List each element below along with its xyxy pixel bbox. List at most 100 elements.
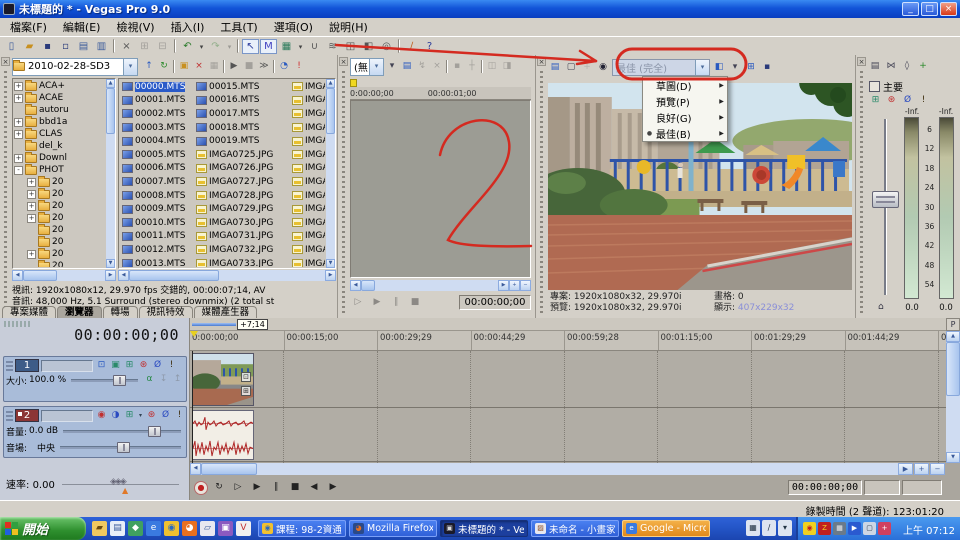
trimmer-ruler[interactable]: 0:00:00;00 00:00:01;00 [350,87,531,100]
tree-expander-icon[interactable]: + [14,130,23,139]
new-project-icon[interactable]: ▯ [3,39,20,54]
tray-mediaplayer-icon[interactable]: ▶ [848,522,861,535]
audio-track-header[interactable]: 2 ◉◑⊞▾⊛Ø! 音量: 0.0 dB 音場: 中央 [3,406,187,458]
separator[interactable] [223,60,225,73]
slider-thumb[interactable] [117,442,130,453]
composite-alpha-icon[interactable]: α [143,374,156,386]
trimmer-pause-button[interactable]: ∥ [388,295,404,311]
menu-item-good[interactable]: 良好(G) ▶ [643,109,727,125]
panel-grip[interactable]: × [537,57,546,314]
timeline-ruler[interactable]: 0:00:00;0000:00:15;0000:00:29;2900:00:44… [190,331,946,351]
selection-end-box[interactable] [902,480,942,495]
tree-expander-icon[interactable]: + [27,190,36,199]
refresh-icon[interactable]: ↻ [157,59,171,74]
separator[interactable] [113,39,115,53]
play-from-start-button[interactable]: ▷ [230,480,246,496]
redo-arrow-icon[interactable]: ▾ [225,39,234,54]
arm-record-icon[interactable]: ◉ [95,410,108,422]
favorites-icon[interactable]: ! [292,59,306,74]
tree-expander-icon[interactable]: + [14,118,23,127]
scroll-thumb[interactable] [326,88,335,134]
timeline-horizontal-scrollbar[interactable]: ◀ [190,463,898,475]
tree-expander-icon[interactable]: + [27,202,36,211]
file-item[interactable]: IMGA0 [290,189,325,203]
panel-grip[interactable]: × [339,57,348,314]
go-to-end-button[interactable]: ▶ [325,480,341,496]
menu-file[interactable]: 檔案(F) [2,18,55,36]
file-item[interactable]: IMGA0 [290,230,325,244]
split-screen-arrow-icon[interactable]: ▾ [728,60,742,75]
slider-thumb[interactable] [113,375,126,386]
scroll-thumb[interactable] [361,280,375,291]
tree-item[interactable]: + ACA+ [14,80,105,92]
trimmer-settings-icon[interactable]: ┼ [465,59,479,74]
chevron-down-icon[interactable]: ▾ [369,59,383,75]
delete-icon[interactable]: × [192,59,206,74]
files-horizontal-scrollbar[interactable]: ◀ ▶ [118,270,336,281]
tree-item[interactable]: 20 [14,236,105,248]
automation-settings-icon[interactable]: ⊛ [137,360,150,372]
menu-item-draft[interactable]: 草圖(D) ▶ [643,77,727,93]
close-panel-icon[interactable]: × [857,57,866,66]
compositing-parent-icon[interactable]: ↥ [171,374,184,386]
ruler-options-icon[interactable]: P [946,318,960,331]
menu-edit[interactable]: 編輯(E) [55,18,109,36]
whats-this-help-icon[interactable]: ? [421,39,438,54]
audio-event[interactable] [192,410,254,460]
properties-icon[interactable]: ▥ [93,39,110,54]
tree-expander-icon[interactable]: + [27,214,36,223]
trimmer-stop-button[interactable]: ■ [407,295,423,311]
undo-icon[interactable]: ↶ [179,39,196,54]
automation-settings-icon[interactable]: ⊛ [885,95,898,107]
track-name-field[interactable] [41,360,93,372]
video-track-header[interactable]: 1 ⊡▣⊞⊛Ø! 大小: 100.0 % α↧↥ [3,356,187,402]
menu-item-preview[interactable]: 預覽(P) ▶ [643,93,727,109]
transport-timecode[interactable]: 00:00:00;00 [788,480,862,495]
tree-item[interactable]: del_k [14,140,105,152]
tray-utility-icon[interactable]: ▦ [833,522,846,535]
track-grip[interactable] [6,411,13,421]
save-markers-icon[interactable]: ▪ [450,59,464,74]
cut-icon[interactable]: × [118,39,135,54]
file-item[interactable]: 00016.MTS [194,94,290,108]
task-paint[interactable]: ▨ 未命名 - 小畫家 [531,520,619,537]
ql-ie-icon[interactable]: e [146,521,161,536]
stop-button[interactable]: ■ [287,480,303,496]
file-item[interactable]: 00017.MTS [194,107,290,121]
file-item[interactable]: 00003.MTS [120,121,194,135]
task-firefox[interactable]: ◕ Mozilla Firefox ... [349,520,437,537]
scroll-right-icon[interactable]: ▶ [105,270,116,281]
scroll-right-icon[interactable]: ▶ [325,270,336,281]
render-as-icon[interactable]: ▤ [75,39,92,54]
event-pan-crop-icon[interactable]: ⊡ [241,372,251,382]
file-item[interactable]: 00006.MTS [120,162,194,176]
snapping-icon[interactable]: ∪ [306,39,323,54]
chevron-down-icon[interactable]: ▾ [123,59,137,75]
close-panel-icon[interactable]: × [537,57,546,66]
file-item[interactable]: IMGA0 [290,216,325,230]
close-button[interactable]: × [940,2,957,16]
file-item[interactable]: 00009.MTS [120,202,194,216]
language-keyboard-icon[interactable]: ▦ [746,520,760,536]
separator[interactable] [481,60,483,73]
new-folder-icon[interactable]: ▣ [177,59,191,74]
file-item[interactable]: 00018.MTS [194,121,290,135]
ql-vegas-icon[interactable]: V [236,521,251,536]
scroll-thumb[interactable] [23,270,57,281]
address-combo[interactable]: 2010-02-28-SD3 ▾ [12,58,138,76]
file-item[interactable]: 00015.MTS [194,80,290,94]
scroll-left-icon[interactable]: ◀ [350,280,361,291]
mute-icon[interactable]: Ø [151,360,164,372]
save-icon[interactable]: ▪ [39,39,56,54]
separator[interactable] [273,60,275,73]
tree-item[interactable]: autoru [14,104,105,116]
close-panel-icon[interactable]: × [339,57,348,66]
tree-expander-icon[interactable]: + [27,250,36,259]
start-preview-icon[interactable]: ▶ [227,59,241,74]
file-item[interactable]: 00001.MTS [120,94,194,108]
ql-photo-icon[interactable]: ▣ [218,521,233,536]
file-item[interactable]: 00011.MTS [120,230,194,244]
restore-button[interactable]: □ [921,2,938,16]
minimize-button[interactable]: _ [902,2,919,16]
auto-ripple-icon[interactable]: ≋ [324,39,341,54]
